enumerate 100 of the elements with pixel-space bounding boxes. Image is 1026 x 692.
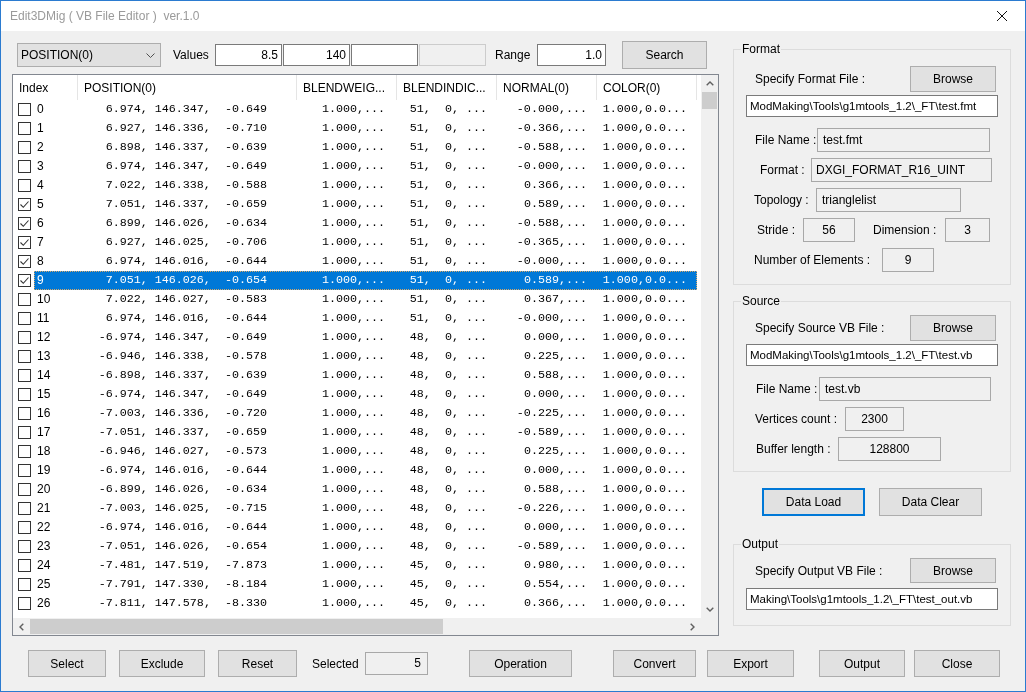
table-row[interactable]: 8 6.974, 146.016, -0.644 1.000,... 51, 0, ... -0.000,... 1.000,0.0... xyxy=(34,252,697,271)
scrollbar-thumb[interactable] xyxy=(702,92,717,109)
checkbox[interactable] xyxy=(18,198,31,211)
chevron-up-icon[interactable] xyxy=(705,81,714,86)
readonly-field: test.fmt xyxy=(817,128,990,152)
chevron-down-icon[interactable] xyxy=(705,607,714,612)
export-button[interactable]: Export xyxy=(707,650,794,677)
table-row[interactable]: 5 7.051, 146.337, -0.659 1.000,... 51, 0, ... 0.589,... 1.000,0.0... xyxy=(34,195,697,214)
checkbox[interactable] xyxy=(18,255,31,268)
chevron-left-icon[interactable] xyxy=(19,622,24,631)
vertical-scrollbar[interactable] xyxy=(701,75,718,618)
checkbox[interactable] xyxy=(18,388,31,401)
column-header[interactable]: POSITION(0) xyxy=(78,75,297,100)
checkbox[interactable] xyxy=(18,217,31,230)
table-row[interactable]: 11 6.974, 146.016, -0.644 1.000,... 51, 0, ... -0.000,... 1.000,0.0... xyxy=(34,309,697,328)
reset-button[interactable]: Reset xyxy=(218,650,297,677)
checkbox[interactable] xyxy=(18,331,31,344)
exclude-button[interactable]: Exclude xyxy=(119,650,205,677)
checkbox[interactable] xyxy=(18,274,31,287)
table-row[interactable]: 4 7.022, 146.338, -0.588 1.000,... 51, 0, ... 0.366,... 1.000,0.0... xyxy=(34,176,697,195)
table-row[interactable]: 3 6.974, 146.347, -0.649 1.000,... 51, 0, ... -0.000,... 1.000,0.0... xyxy=(34,157,697,176)
path-field[interactable]: ModMaking\Tools\g1mtools_1.2\_FT\test.vb xyxy=(746,344,998,366)
table-row[interactable]: 22 -6.974, 146.016, -0.644 1.000,... 48, 0, ... 0.000,... 1.000,0.0... xyxy=(34,518,697,537)
clear-button[interactable]: Data Clear xyxy=(879,488,982,516)
column-header[interactable]: Index xyxy=(13,75,78,100)
operation-button[interactable]: Operation xyxy=(469,650,572,677)
checkbox[interactable] xyxy=(18,445,31,458)
table-cell-text: 48, 0, ... xyxy=(408,500,488,517)
value-field[interactable]: 140 xyxy=(283,44,350,66)
table-cell-text: 0.225,... xyxy=(522,443,588,460)
table-row[interactable]: 12 -6.974, 146.347, -0.649 1.000,... 48, 0, ... 0.000,... 1.000,0.0... xyxy=(34,328,697,347)
checkbox[interactable] xyxy=(18,426,31,439)
table-row[interactable]: 24 -7.481, 147.519, -7.873 1.000,... 45, 0, ... 0.980,... 1.000,0.0... xyxy=(34,556,697,575)
table-row[interactable]: 23 -7.051, 146.026, -0.654 1.000,... 48, 0, ... -0.589,... 1.000,0.0... xyxy=(34,537,697,556)
table-row[interactable]: 1 6.927, 146.336, -0.710 1.000,... 51, 0, ... -0.366,... 1.000,0.0... xyxy=(34,119,697,138)
checkbox[interactable] xyxy=(18,122,31,135)
column-select[interactable]: POSITION(0) xyxy=(17,43,161,67)
checkbox[interactable] xyxy=(18,597,31,610)
checkbox[interactable] xyxy=(18,369,31,382)
range-field[interactable]: 1.0 xyxy=(537,44,606,66)
table-row[interactable]: 14 -6.898, 146.337, -0.639 1.000,... 48, 0, ... 0.588,... 1.000,0.0... xyxy=(34,366,697,385)
table-cell-text: 0.367,... xyxy=(522,291,588,308)
group-title: Format xyxy=(741,42,781,56)
checkbox[interactable] xyxy=(18,578,31,591)
checkbox[interactable] xyxy=(18,293,31,306)
table-row[interactable]: 9 7.051, 146.026, -0.654 1.000,... 51, 0, ... 0.589,... 1.000,0.0... xyxy=(34,271,697,290)
column-header[interactable]: COLOR(0) xyxy=(597,75,697,100)
table-row[interactable]: 17 -7.051, 146.337, -0.659 1.000,... 48, 0, ... -0.589,... 1.000,0.0... xyxy=(34,423,697,442)
table-row[interactable]: 19 -6.974, 146.016, -0.644 1.000,... 48, 0, ... 0.000,... 1.000,0.0... xyxy=(34,461,697,480)
table-row[interactable]: 2 6.898, 146.337, -0.639 1.000,... 51, 0, ... -0.588,... 1.000,0.0... xyxy=(34,138,697,157)
value-field[interactable] xyxy=(351,44,418,66)
checkbox[interactable] xyxy=(18,521,31,534)
table-row[interactable]: 18 -6.946, 146.027, -0.573 1.000,... 48, 0, ... 0.225,... 1.000,0.0... xyxy=(34,442,697,461)
checkbox[interactable] xyxy=(18,179,31,192)
table-cell-text: 1.000,0.0... xyxy=(601,557,688,574)
checkbox[interactable] xyxy=(18,540,31,553)
table-row[interactable]: 6 6.899, 146.026, -0.634 1.000,... 51, 0, ... -0.588,... 1.000,0.0... xyxy=(34,214,697,233)
checkbox[interactable] xyxy=(18,160,31,173)
table-row[interactable]: 16 -7.003, 146.336, -0.720 1.000,... 48, 0, ... -0.225,... 1.000,0.0... xyxy=(34,404,697,423)
checkbox[interactable] xyxy=(18,483,31,496)
table-cell-text: 0.589,... xyxy=(522,196,588,213)
checkbox[interactable] xyxy=(18,350,31,363)
close-button[interactable]: Close xyxy=(914,650,1000,677)
table-row[interactable]: 25 -7.791, 147.330, -8.184 1.000,... 45, 0, ... 0.554,... 1.000,0.0... xyxy=(34,575,697,594)
column-header[interactable]: BLENDINDIC... xyxy=(397,75,497,100)
browse-button[interactable]: Browse xyxy=(910,66,996,92)
browse-button[interactable]: Browse xyxy=(910,315,996,341)
browse-button[interactable]: Browse xyxy=(910,558,996,583)
checkbox[interactable] xyxy=(18,236,31,249)
table-row[interactable]: 0 6.974, 146.347, -0.649 1.000,... 51, 0, ... -0.000,... 1.000,0.0... xyxy=(34,100,697,119)
table-row[interactable]: 20 -6.899, 146.026, -0.634 1.000,... 48, 0, ... 0.588,... 1.000,0.0... xyxy=(34,480,697,499)
checkbox[interactable] xyxy=(18,502,31,515)
table-row[interactable]: 13 -6.946, 146.338, -0.578 1.000,... 48, 0, ... 0.225,... 1.000,0.0... xyxy=(34,347,697,366)
checkbox[interactable] xyxy=(18,103,31,116)
table-row[interactable]: 10 7.022, 146.027, -0.583 1.000,... 51, 0, ... 0.367,... 1.000,0.0... xyxy=(34,290,697,309)
path-field[interactable]: ModMaking\Tools\g1mtools_1.2\_FT\test.fmt xyxy=(746,95,998,117)
table-row[interactable]: 7 6.927, 146.025, -0.706 1.000,... 51, 0, ... -0.365,... 1.000,0.0... xyxy=(34,233,697,252)
scrollbar-thumb[interactable] xyxy=(30,619,443,634)
checkbox[interactable] xyxy=(18,407,31,420)
checkbox[interactable] xyxy=(18,141,31,154)
table-row[interactable]: 15 -6.974, 146.347, -0.649 1.000,... 48, 0, ... 0.000,... 1.000,0.0... xyxy=(34,385,697,404)
value-field[interactable]: 8.5 xyxy=(215,44,282,66)
table-cell-text: 10 xyxy=(36,291,52,308)
horizontal-scrollbar[interactable] xyxy=(13,618,701,635)
table-cell-text: -7.051, 146.337, -0.659 xyxy=(97,424,268,441)
output-button[interactable]: Output xyxy=(819,650,905,677)
select-button[interactable]: Select xyxy=(28,650,106,677)
checkbox[interactable] xyxy=(18,559,31,572)
path-field[interactable]: Making\Tools\g1mtools_1.2\_FT\test_out.vb xyxy=(746,588,998,610)
load-button[interactable]: Data Load xyxy=(762,488,865,516)
table-row[interactable]: 21 -7.003, 146.025, -0.715 1.000,... 48, 0, ... -0.226,... 1.000,0.0... xyxy=(34,499,697,518)
close-icon[interactable] xyxy=(997,11,1007,21)
checkbox[interactable] xyxy=(18,312,31,325)
column-header[interactable]: BLENDWEIG... xyxy=(297,75,397,100)
checkbox[interactable] xyxy=(18,464,31,477)
search-button[interactable]: Search xyxy=(622,41,707,69)
convert-button[interactable]: Convert xyxy=(613,650,696,677)
column-header[interactable]: NORMAL(0) xyxy=(497,75,597,100)
chevron-right-icon[interactable] xyxy=(690,622,695,631)
table-row[interactable]: 26 -7.811, 147.578, -8.330 1.000,... 45, 0, ... 0.366,... 1.000,0.0... xyxy=(34,594,697,613)
